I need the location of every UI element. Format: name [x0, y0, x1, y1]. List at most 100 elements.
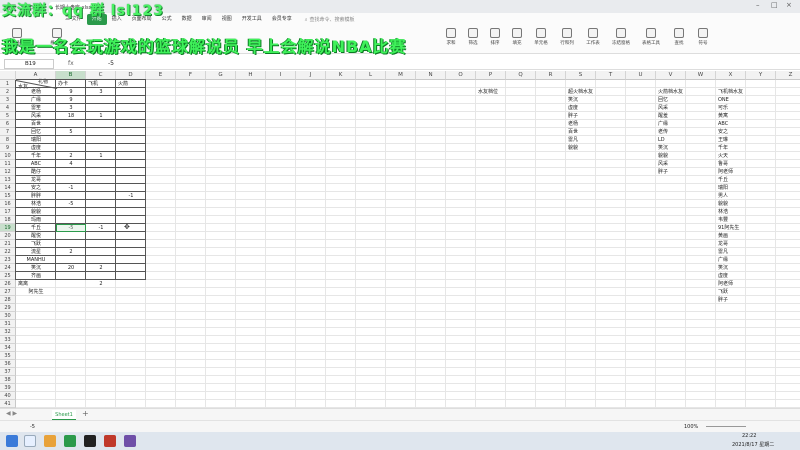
start-icon[interactable]: [6, 435, 18, 447]
row-header-11[interactable]: 11: [0, 160, 16, 168]
row-header-22[interactable]: 22: [0, 248, 16, 256]
row-header-17[interactable]: 17: [0, 208, 16, 216]
spreadsheet-grid[interactable]: A B C D E F G H I J K L M N O P Q R S T U V W X Y Z 1 2 3 4 5 6 7 8 9 10 11 1…: [0, 71, 800, 408]
plane-tier-item[interactable]: 安之: [716, 128, 746, 136]
row-header-2[interactable]: 2: [0, 88, 16, 96]
row-header-14[interactable]: 14: [0, 184, 16, 192]
plane-tier-item[interactable]: 火天: [716, 152, 746, 160]
row-header-32[interactable]: 32: [0, 328, 16, 336]
column-header-x[interactable]: X: [716, 71, 746, 80]
plane-tier-item[interactable]: 91阿先生: [716, 224, 746, 232]
column-header-e[interactable]: E: [146, 71, 176, 80]
row-header-27[interactable]: 27: [0, 288, 16, 296]
row-header-40[interactable]: 40: [0, 392, 16, 400]
add-sheet-button[interactable]: +: [82, 409, 89, 418]
rocket-tier-item[interactable]: 风采: [656, 160, 686, 168]
row-header-26[interactable]: 26: [0, 280, 16, 288]
filter-button[interactable]: 筛选: [462, 28, 484, 46]
app-purple-icon[interactable]: [124, 435, 136, 447]
row-header-29[interactable]: 29: [0, 304, 16, 312]
column-header-l[interactable]: L: [356, 71, 386, 80]
column-header-v[interactable]: V: [656, 71, 686, 80]
row-header-23[interactable]: 23: [0, 256, 16, 264]
cell-c26[interactable]: 2: [86, 280, 116, 288]
sheet-tab-sheet1[interactable]: Sheet1: [52, 410, 76, 420]
plane-tier-item[interactable]: 男人: [716, 192, 746, 200]
column-header-o[interactable]: O: [446, 71, 476, 80]
row-header-30[interactable]: 30: [0, 312, 16, 320]
row-header-37[interactable]: 37: [0, 368, 16, 376]
row-header-34[interactable]: 34: [0, 344, 16, 352]
row-header-6[interactable]: 6: [0, 120, 16, 128]
column-header-u[interactable]: U: [626, 71, 656, 80]
row-header-16[interactable]: 16: [0, 200, 16, 208]
plane-tier-item[interactable]: 广缘: [716, 256, 746, 264]
plane-tier-item[interactable]: 笑沉: [716, 264, 746, 272]
row-header-39[interactable]: 39: [0, 384, 16, 392]
plane-tier-item[interactable]: 可乐: [716, 104, 746, 112]
cell-button[interactable]: 单元格: [530, 28, 552, 46]
row-header-36[interactable]: 36: [0, 360, 16, 368]
row-header-4[interactable]: 4: [0, 104, 16, 112]
plane-tier-item[interactable]: 胖子: [716, 296, 746, 304]
column-header-r[interactable]: R: [536, 71, 566, 80]
row-header-25[interactable]: 25: [0, 272, 16, 280]
rocket-tier-item[interactable]: 广缘: [656, 120, 686, 128]
column-header-g[interactable]: G: [206, 71, 236, 80]
active-cell-highlight[interactable]: [56, 224, 86, 232]
rocket-tier-header[interactable]: 火箭档水友: [656, 88, 686, 96]
super-tier-item[interactable]: 虚度: [566, 104, 596, 112]
plane-tier-item[interactable]: 黄画: [716, 232, 746, 240]
plane-tier-item[interactable]: 飞跃: [716, 288, 746, 296]
rocket-tier-item[interactable]: LD: [656, 136, 686, 144]
column-header-z[interactable]: Z: [776, 71, 800, 80]
row-header-15[interactable]: 15: [0, 192, 16, 200]
row-header-18[interactable]: 18: [0, 216, 16, 224]
plane-tier-header[interactable]: 飞机档水友: [716, 88, 746, 96]
wps-icon[interactable]: [64, 435, 76, 447]
maximize-button[interactable]: □: [771, 1, 778, 9]
app-red-icon[interactable]: [104, 435, 116, 447]
cell-a27[interactable]: 阿先生: [16, 288, 56, 296]
name-box[interactable]: B19: [4, 59, 54, 69]
column-header-i[interactable]: I: [266, 71, 296, 80]
freeze-panes-button[interactable]: 冻结窗格: [610, 28, 632, 46]
plane-tier-item[interactable]: ONE: [716, 96, 746, 104]
rocket-tier-item[interactable]: 胖子: [656, 168, 686, 176]
column-header-j[interactable]: J: [296, 71, 326, 80]
plane-tier-item[interactable]: 阿老师: [716, 168, 746, 176]
menu-developer[interactable]: 开发工具: [237, 14, 267, 25]
select-all-corner[interactable]: [0, 71, 16, 80]
menu-member[interactable]: 会员专享: [267, 14, 297, 25]
column-header-w[interactable]: W: [686, 71, 716, 80]
command-search[interactable]: ⌕ 查找命令、搜索模板: [305, 16, 355, 24]
plane-tier-item[interactable]: 貌貌: [716, 200, 746, 208]
row-header-13[interactable]: 13: [0, 176, 16, 184]
row-header-41[interactable]: 41: [0, 400, 16, 408]
plane-tier-item[interactable]: ABC: [716, 120, 746, 128]
column-header-t[interactable]: T: [596, 71, 626, 80]
plane-tier-item[interactable]: 鲁哥: [716, 160, 746, 168]
plane-tier-item[interactable]: 龙哥: [716, 240, 746, 248]
plane-tier-item[interactable]: 瑞阳: [716, 184, 746, 192]
row-header-33[interactable]: 33: [0, 336, 16, 344]
plane-tier-item[interactable]: 千丘: [716, 176, 746, 184]
column-header-n[interactable]: N: [416, 71, 446, 80]
rocket-tier-item[interactable]: 回忆: [656, 96, 686, 104]
rocket-tier-item[interactable]: 风采: [656, 104, 686, 112]
plane-tier-item[interactable]: 千年: [716, 144, 746, 152]
fan-tier-header[interactable]: 水友档位: [476, 88, 506, 96]
column-header-k[interactable]: K: [326, 71, 356, 80]
fill-button[interactable]: 填充: [506, 28, 528, 46]
menu-review[interactable]: 审阅: [197, 14, 217, 25]
row-header-19[interactable]: 19: [0, 224, 16, 232]
column-header-f[interactable]: F: [176, 71, 206, 80]
row-col-button[interactable]: 行和列: [556, 28, 578, 46]
row-header-21[interactable]: 21: [0, 240, 16, 248]
fx-icon[interactable]: fx: [68, 60, 74, 67]
row-header-3[interactable]: 3: [0, 96, 16, 104]
row-header-31[interactable]: 31: [0, 320, 16, 328]
column-header-h[interactable]: H: [236, 71, 266, 80]
taskview-icon[interactable]: [24, 435, 36, 447]
rocket-tier-item[interactable]: 老传: [656, 128, 686, 136]
